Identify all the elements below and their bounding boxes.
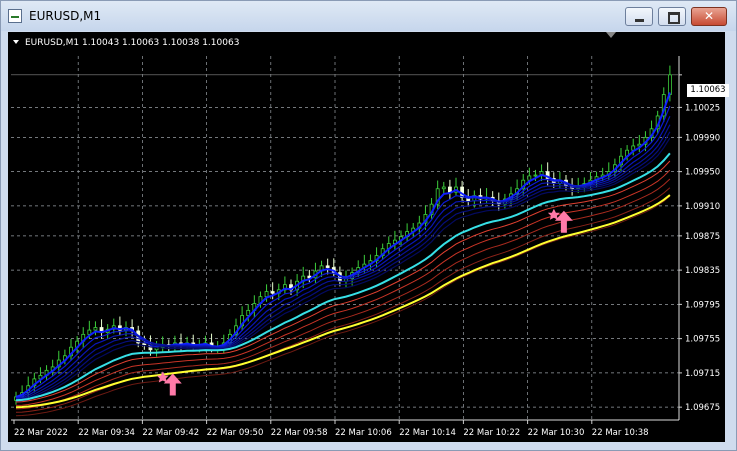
blue-ma-line xyxy=(15,92,671,398)
title-bar[interactable]: EURUSD,M1 xyxy=(1,1,736,31)
y-tick-label: 1.09795 xyxy=(685,300,720,310)
maximize-button[interactable] xyxy=(658,7,686,26)
y-tick-label: 1.09755 xyxy=(685,335,720,345)
current-price-label: 1.10063 xyxy=(687,84,729,97)
window-title: EURUSD,M1 xyxy=(29,9,102,23)
chart-shift-icon xyxy=(606,32,616,38)
chart-header-text: EURUSD,M1 1.10043 1.10063 1.10038 1.1006… xyxy=(25,38,239,48)
candle-body xyxy=(441,186,446,190)
x-tick-label: 22 Mar 10:14 xyxy=(399,428,456,438)
red-ma-line xyxy=(15,195,671,417)
blue-ma-line xyxy=(15,124,671,401)
y-tick-label: 1.09835 xyxy=(685,266,720,276)
x-tick-label: 22 Mar 10:22 xyxy=(463,428,520,438)
blue-ma-line xyxy=(15,105,671,399)
y-tick-label: 1.09875 xyxy=(685,232,720,242)
x-tick-label: 22 Mar 10:30 xyxy=(528,428,585,438)
minimize-button[interactable] xyxy=(625,7,653,26)
y-tick-label: 1.09950 xyxy=(685,168,720,178)
chart-window-icon xyxy=(8,9,22,23)
candle-body xyxy=(667,74,672,95)
x-tick-label: 22 Mar 10:06 xyxy=(335,428,392,438)
x-tick-label: 22 Mar 10:38 xyxy=(592,428,649,438)
blue-ma-line xyxy=(15,116,671,400)
candle-body xyxy=(533,174,538,177)
x-tick-label: 22 Mar 09:50 xyxy=(207,428,264,438)
chart-window: EURUSD,M1 EURUSD,M1 1.10043 1.10063 1.10… xyxy=(0,0,737,451)
candle-body xyxy=(264,291,269,298)
candle-body xyxy=(325,265,330,268)
price-chart[interactable]: EURUSD,M1 1.10043 1.10063 1.10038 1.1006… xyxy=(8,32,725,442)
y-tick-label: 1.09990 xyxy=(685,133,720,143)
y-tick-label: 1.09910 xyxy=(685,202,720,212)
yellow-ma-line xyxy=(15,194,671,409)
chart-menu-triangle-icon xyxy=(13,40,19,44)
candle-body xyxy=(270,291,275,294)
x-tick-label: 22 Mar 09:34 xyxy=(78,428,135,438)
chart-canvas[interactable]: EURUSD,M1 1.10043 1.10063 1.10038 1.1006… xyxy=(8,32,729,442)
candle-body xyxy=(93,327,98,331)
y-tick-label: 1.09675 xyxy=(685,403,720,413)
close-button[interactable] xyxy=(691,7,727,26)
x-tick-label: 22 Mar 2022 xyxy=(14,428,68,438)
y-tick-label: 1.10025 xyxy=(685,103,720,113)
x-tick-label: 22 Mar 09:42 xyxy=(142,428,199,438)
red-ma-line xyxy=(15,178,671,410)
y-tick-label: 1.09715 xyxy=(685,369,720,379)
x-tick-label: 22 Mar 09:58 xyxy=(271,428,328,438)
